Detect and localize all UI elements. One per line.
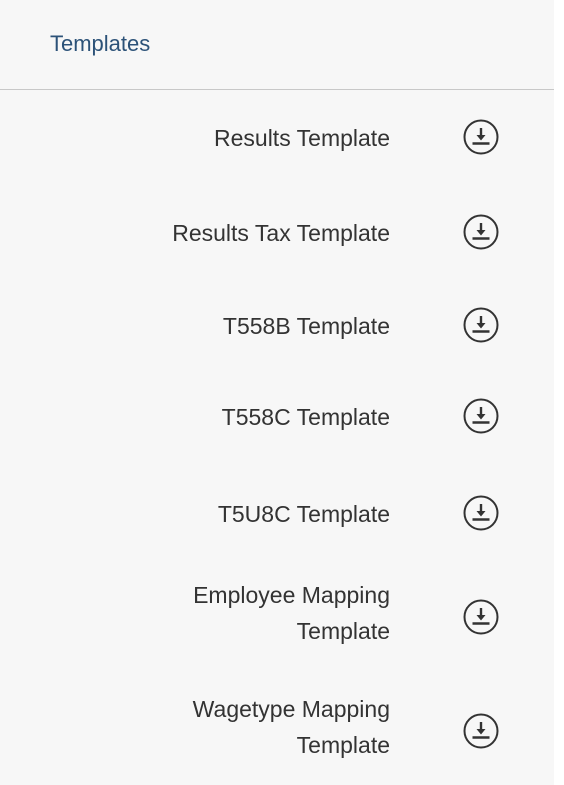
download-icon[interactable] bbox=[462, 306, 500, 344]
template-label: Results Tax Template bbox=[172, 220, 390, 246]
panel-edge bbox=[554, 0, 564, 785]
template-row-results-tax: Results Tax Template bbox=[0, 213, 554, 253]
download-icon[interactable] bbox=[462, 494, 500, 532]
download-icon[interactable] bbox=[462, 712, 500, 750]
template-row-wagetype-mapping: Wagetype Mapping Template bbox=[0, 691, 554, 771]
template-row-employee-mapping: Employee Mapping Template bbox=[0, 577, 554, 657]
download-icon[interactable] bbox=[462, 397, 500, 435]
template-label: Employee Mapping Template bbox=[193, 582, 390, 644]
templates-panel: Templates Results Template Results Tax T… bbox=[0, 0, 564, 785]
template-label: T558C Template bbox=[221, 404, 390, 430]
template-label: Results Template bbox=[214, 125, 390, 151]
template-label: T5U8C Template bbox=[217, 501, 390, 527]
download-icon[interactable] bbox=[462, 598, 500, 636]
panel-title: Templates bbox=[50, 31, 151, 56]
template-row-t5u8c: T5U8C Template bbox=[0, 494, 554, 534]
template-label: Wagetype Mapping Template bbox=[192, 696, 390, 758]
template-label: T558B Template bbox=[222, 313, 390, 339]
template-row-t558b: T558B Template bbox=[0, 306, 554, 346]
download-icon[interactable] bbox=[462, 118, 500, 156]
template-row-t558c: T558C Template bbox=[0, 397, 554, 437]
download-icon[interactable] bbox=[462, 213, 500, 251]
panel-header: Templates bbox=[0, 0, 554, 90]
template-row-results: Results Template bbox=[0, 118, 554, 158]
